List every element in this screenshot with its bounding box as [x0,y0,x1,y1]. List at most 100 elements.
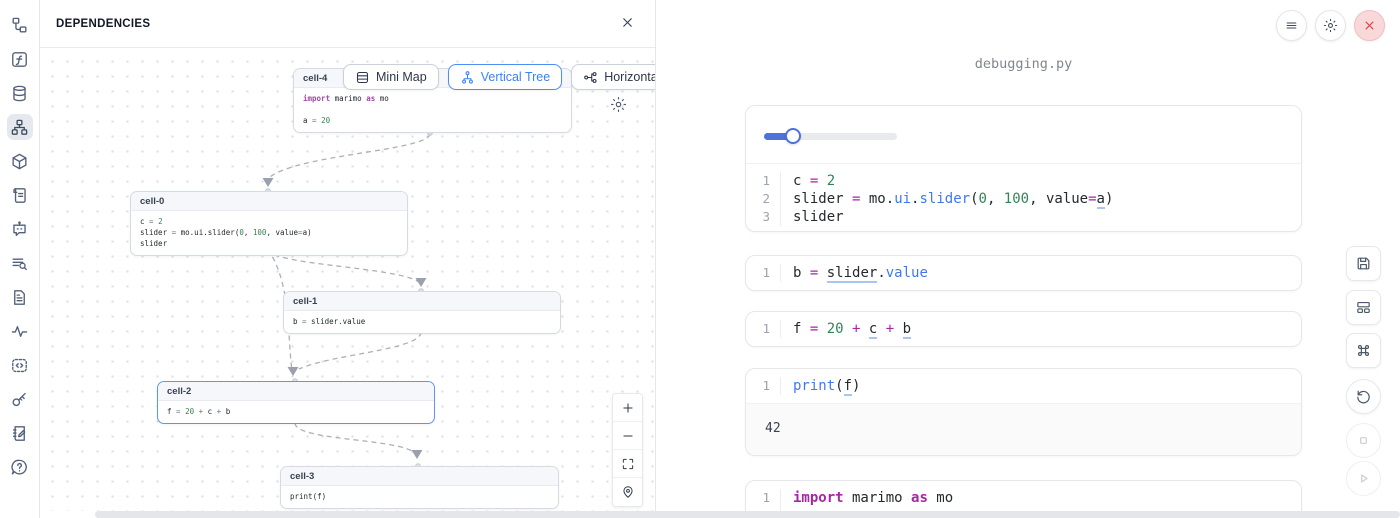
fit-view-icon [621,457,635,471]
database-icon [10,84,29,103]
sidebar-item-snippets[interactable] [7,352,33,378]
sidebar [0,0,40,518]
node-title: cell-3 [281,467,558,486]
code-line[interactable]: c = 2 [780,172,1301,190]
menu-button[interactable] [1276,10,1307,41]
sidebar-item-package[interactable] [7,148,33,174]
run-button[interactable] [1346,461,1381,496]
zoom-controls [612,393,643,507]
horizontal-tree-label: Horizontal Tree [604,70,655,84]
slider-widget[interactable] [764,128,897,144]
vertical-tree-button[interactable]: Vertical Tree [448,64,562,90]
panel-title: DEPENDENCIES [56,18,150,30]
code-editor[interactable]: 1c = 22slider = mo.ui.slider(0, 100, val… [746,164,1301,232]
node-code: import marimo as mo a = 20 [294,88,571,132]
close-panel-button[interactable] [620,15,635,33]
stop-button[interactable] [1346,423,1381,458]
key-icon [10,390,29,409]
code-line[interactable]: b = slider.value [780,264,1301,282]
zoom-in-icon [621,401,635,415]
sidebar-item-logs[interactable] [7,250,33,276]
notebook-top-actions [1276,10,1385,41]
notebook-filename: debugging.py [745,56,1302,72]
node-code: b = slider.value [284,311,560,333]
gear-icon [610,96,627,116]
sidebar-item-document[interactable] [7,284,33,310]
graph-node-cell-3[interactable]: cell-3print(f) [280,466,559,509]
node-code: c = 2slider = mo.ui.slider(0, 100, value… [131,211,407,255]
graph-node-cell-2[interactable]: cell-2f = 20 + c + b [157,381,435,424]
chat-icon [10,220,29,239]
code-line[interactable]: f = 20 + c + b [780,320,1301,338]
node-code: f = 20 + c + b [158,401,434,423]
code-line[interactable]: import marimo as mo [780,489,1301,507]
save-button[interactable] [1346,246,1381,281]
sidebar-item-help[interactable] [7,454,33,480]
code-line[interactable]: print(f) [780,377,1301,395]
snippets-icon [10,356,29,375]
fit-view-button[interactable] [613,450,642,478]
shutdown-button[interactable] [1354,10,1385,41]
horizontal-scrollbar[interactable] [95,511,1400,518]
node-title: cell-2 [158,382,434,401]
sidebar-item-activity[interactable] [7,318,33,344]
minimap-button[interactable]: Mini Map [343,64,439,90]
sidebar-item-script[interactable] [7,182,33,208]
activity-icon [10,322,29,341]
console-output: 42 [746,403,1301,455]
minimap-label: Mini Map [376,70,427,84]
code-editor[interactable]: 1print(f) [746,369,1301,403]
function-icon [10,50,29,69]
layout-button[interactable] [1346,290,1381,325]
dependency-graph-canvas[interactable]: cell-4import marimo as mo a = 20cell-0c … [40,48,655,511]
horizontal-tree-icon [583,70,598,85]
vertical-tree-icon [460,70,475,85]
vertical-tree-label: Vertical Tree [481,70,550,84]
cell-output [746,106,1301,164]
sidebar-item-chat[interactable] [7,216,33,242]
line-number: 1 [746,489,780,507]
line-number: 3 [746,208,780,226]
dependency-graph-icon [10,118,29,137]
sidebar-item-scratchpad[interactable] [7,420,33,446]
graph-node-cell-0[interactable]: cell-0c = 2slider = mo.ui.slider(0, 100,… [130,191,408,256]
sidebar-item-function[interactable] [7,46,33,72]
graph-node-cell-1[interactable]: cell-1b = slider.value [283,291,561,334]
code-editor[interactable]: 1f = 20 + c + b [746,312,1301,346]
code-editor[interactable]: 1b = slider.value [746,256,1301,290]
zoom-out-button[interactable] [613,422,642,450]
line-number: 2 [746,190,780,208]
undo-icon [1355,388,1372,405]
dependencies-panel: DEPENDENCIES [40,0,656,518]
shutdown-icon [1362,18,1377,33]
settings-button[interactable] [1315,10,1346,41]
sidebar-item-dependency-graph[interactable] [7,114,33,140]
undo-button[interactable] [1346,379,1381,414]
menu-icon [1284,18,1299,33]
slider-thumb[interactable] [785,128,801,144]
sidebar-item-key[interactable] [7,386,33,412]
layout-icon [1355,299,1372,316]
line-number: 1 [746,377,780,395]
sidebar-item-file-tree[interactable] [7,12,33,38]
app: DEPENDENCIES [0,0,1400,518]
center-selection-button[interactable] [613,478,642,506]
command-button[interactable] [1346,333,1381,368]
save-icon [1355,255,1372,272]
code-line[interactable]: slider [780,208,1301,226]
graph-toolbar: Mini Map Vertical Tree Horizontal Tree [343,64,655,90]
code-line[interactable]: slider = mo.ui.slider(0, 100, value=a) [780,190,1301,208]
zoom-out-icon [621,429,635,443]
settings-icon [1323,18,1338,33]
sidebar-item-database[interactable] [7,80,33,106]
node-title: cell-0 [131,192,407,211]
notebook-cell: 1c = 22slider = mo.ui.slider(0, 100, val… [745,105,1302,232]
help-icon [10,458,29,477]
node-code: print(f) [281,486,558,508]
horizontal-tree-button[interactable]: Horizontal Tree [571,64,655,90]
zoom-in-button[interactable] [613,394,642,422]
run-icon [1355,470,1372,487]
line-number: 1 [746,264,780,282]
document-icon [10,288,29,307]
graph-settings-button[interactable] [610,96,627,116]
